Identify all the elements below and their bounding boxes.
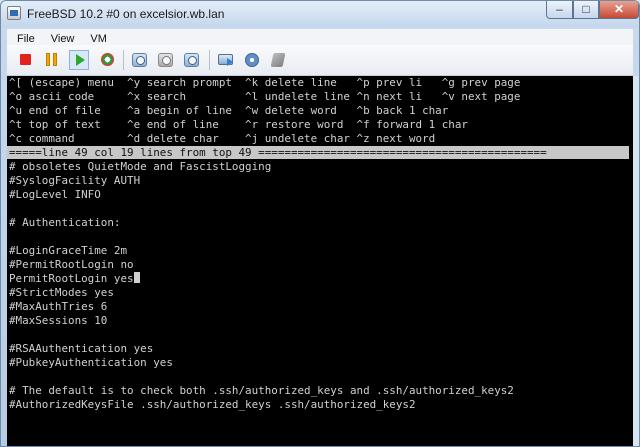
config-line: #PermitRootLogin no — [9, 258, 134, 271]
revert-snapshot-icon[interactable] — [157, 51, 175, 69]
snapshot-manager-icon[interactable] — [183, 51, 201, 69]
title-bar[interactable]: FreeBSD 10.2 #0 on excelsior.wb.lan – □ … — [1, 1, 639, 27]
window-title: FreeBSD 10.2 #0 on excelsior.wb.lan — [27, 7, 225, 21]
editor-menu-line: ^[ (escape) menu ^y search prompt ^k del… — [9, 76, 521, 89]
config-line: #StrictModes yes — [9, 286, 114, 299]
window-right-border — [633, 76, 639, 446]
editor-menu-line: ^o ascii code ^x search ^l undelete line… — [9, 90, 521, 103]
connect-icon[interactable] — [217, 51, 235, 69]
toolbar-separator — [209, 50, 210, 70]
config-line: #SyslogFacility AUTH — [9, 174, 141, 187]
toolbar — [7, 45, 633, 76]
toolbar-separator — [123, 50, 124, 70]
config-line: #AuthorizedKeysFile .ssh/authorized_keys… — [9, 398, 416, 411]
minimize-button[interactable]: – — [546, 1, 573, 19]
editor-status-line: =====line 49 col 19 lines from top 49 ==… — [7, 146, 629, 159]
vm-app-icon — [7, 6, 21, 20]
config-line: #MaxSessions 10 — [9, 314, 108, 327]
editor-menu-line: ^u end of file ^a begin of line ^w delet… — [9, 104, 449, 117]
console-screen[interactable]: ^[ (escape) menu ^y search prompt ^k del… — [7, 76, 633, 446]
tools-icon[interactable] — [269, 51, 287, 69]
config-line: # obsoletes QuietMode and FascistLogging — [9, 160, 272, 173]
current-line-text: PermitRootLogin yes — [9, 272, 134, 285]
config-line: #MaxAuthTries 6 — [9, 300, 108, 313]
stop-icon[interactable] — [17, 51, 35, 69]
config-line: #LoginGraceTime 2m — [9, 244, 128, 257]
vm-window: FreeBSD 10.2 #0 on excelsior.wb.lan – □ … — [0, 0, 640, 447]
editor-menu-line: ^t top of text ^e end of line ^r restore… — [9, 118, 468, 131]
play-icon[interactable] — [69, 50, 89, 70]
config-line: # The default is to check both .ssh/auth… — [9, 384, 514, 397]
editor-menu-line: ^c command ^d delete char ^j undelete ch… — [9, 132, 436, 145]
config-line: #PubkeyAuthentication yes — [9, 356, 173, 369]
settings-icon[interactable] — [243, 51, 261, 69]
maximize-button[interactable]: □ — [573, 1, 599, 19]
config-line: # Authentication: — [9, 216, 121, 229]
config-line: #LogLevel INFO — [9, 188, 101, 201]
config-line: #RSAAuthentication yes — [9, 342, 154, 355]
pause-icon[interactable] — [43, 51, 61, 69]
snapshot-icon[interactable] — [131, 51, 149, 69]
close-button[interactable]: ✕ — [599, 1, 639, 19]
config-line-current: PermitRootLogin yes — [9, 272, 140, 285]
text-cursor — [133, 272, 140, 283]
menu-bar: File View VM — [7, 29, 633, 45]
reset-icon[interactable] — [99, 51, 117, 69]
